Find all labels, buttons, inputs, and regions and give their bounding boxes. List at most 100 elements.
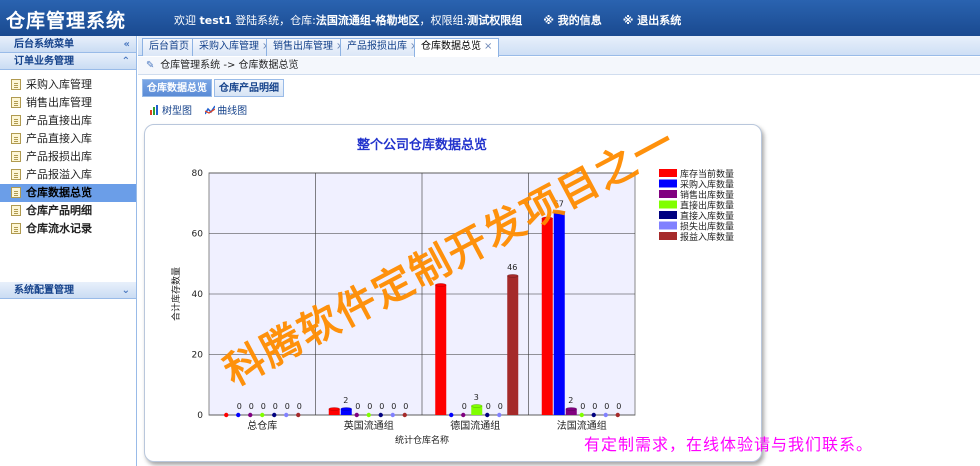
legend-swatch bbox=[659, 221, 677, 230]
data-label: 0 bbox=[391, 402, 396, 411]
bar-chart-button[interactable]: 树型图 bbox=[150, 102, 192, 117]
x-tick-label: 英国流通组 bbox=[344, 419, 394, 432]
tab-home[interactable]: 后台首页 bbox=[142, 38, 196, 56]
zero-marker bbox=[402, 412, 407, 418]
backend-menu-header: 后台系统菜单 « bbox=[0, 36, 136, 53]
chevron-down-icon[interactable]: ⌄ bbox=[122, 282, 130, 299]
sidebar-item-purchase-in[interactable]: 采购入库管理 bbox=[0, 76, 136, 94]
data-label: 46 bbox=[507, 263, 517, 272]
data-label: 0 bbox=[297, 402, 302, 411]
order-section-header[interactable]: 订单业务管理 ⌃ bbox=[0, 53, 136, 70]
zero-marker bbox=[366, 412, 371, 418]
data-label: 0 bbox=[379, 402, 384, 411]
data-label: 0 bbox=[403, 402, 408, 411]
zero-marker bbox=[591, 412, 596, 418]
subtab-data-overview[interactable]: 仓库数据总览 bbox=[142, 79, 212, 97]
document-icon bbox=[11, 79, 21, 90]
x-axis-label: 统计仓库名称 bbox=[395, 434, 449, 446]
data-label: 0 bbox=[261, 402, 266, 411]
y-tick-label: 60 bbox=[192, 230, 204, 240]
zero-marker bbox=[248, 412, 253, 418]
warehouse-name: 法国流通组-格勒地区 bbox=[315, 14, 420, 27]
sidebar-item-loss-out[interactable]: 产品报损出库 bbox=[0, 148, 136, 166]
document-icon bbox=[11, 151, 21, 162]
close-icon[interactable]: × bbox=[484, 41, 492, 52]
username: test1 bbox=[199, 14, 232, 27]
data-label: 0 bbox=[355, 402, 360, 411]
breadcrumb: ✎ 仓库管理系统 -> 仓库数据总览 bbox=[138, 57, 980, 75]
bar-top bbox=[507, 274, 519, 278]
sidebar-item-sales-out[interactable]: 销售出库管理 bbox=[0, 94, 136, 112]
my-info-link[interactable]: ※ 我的信息 bbox=[543, 14, 602, 27]
y-axis-label: 合计库存数量 bbox=[170, 267, 182, 321]
line-chart-label: 曲线图 bbox=[217, 106, 248, 117]
tab-loss-out[interactable]: 产品报损出库× bbox=[340, 38, 426, 56]
chart-container: 整个公司仓库数据总览 0 20 40 60 80 总仓库 英国流通组 德国流通组 法国流通组 0 2 6… bbox=[144, 124, 762, 462]
x-tick-label: 德国流通组 bbox=[450, 419, 500, 432]
document-icon bbox=[11, 115, 21, 126]
location-icon: ✎ bbox=[146, 60, 155, 71]
zero-marker bbox=[236, 412, 241, 418]
legend-label: 损失出库数量 bbox=[680, 221, 734, 233]
y-tick-label: 40 bbox=[192, 290, 204, 300]
config-section-header[interactable]: 系统配置管理 ⌄ bbox=[0, 282, 136, 299]
subtab-product-detail[interactable]: 仓库产品明细 bbox=[214, 79, 284, 97]
tab-bar: 后台首页 采购入库管理× 销售出库管理× 产品报损出库× 仓库数据总览× bbox=[138, 36, 980, 57]
document-icon bbox=[11, 169, 21, 180]
sidebar-item-surplus-in[interactable]: 产品报溢入库 bbox=[0, 166, 136, 184]
data-label: 0 bbox=[592, 402, 597, 411]
chart-toolbar: 树型图 曲线图 bbox=[150, 102, 257, 117]
zero-marker bbox=[390, 412, 395, 418]
bar-top bbox=[553, 210, 565, 215]
bar-top bbox=[328, 407, 340, 411]
sidebar-item-label: 仓库流水记录 bbox=[26, 222, 92, 235]
zero-marker bbox=[497, 412, 502, 418]
y-tick-label: 80 bbox=[192, 169, 204, 179]
bar-top bbox=[471, 404, 483, 408]
sidebar-item-label: 仓库数据总览 bbox=[26, 186, 92, 199]
x-tick-label: 总仓库 bbox=[247, 419, 277, 432]
legend-swatch bbox=[659, 200, 677, 209]
document-icon bbox=[11, 133, 21, 144]
bar-chart: 整个公司仓库数据总览020406080总仓库 英国流通组 德国流通组 法国流通组026… bbox=[170, 137, 734, 446]
sidebar-item-flow-records[interactable]: 仓库流水记录 bbox=[0, 220, 136, 238]
bar-top bbox=[541, 216, 553, 221]
zero-marker bbox=[378, 412, 383, 418]
data-label: 0 bbox=[249, 402, 254, 411]
bar bbox=[541, 218, 553, 415]
tab-purchase-in[interactable]: 采购入库管理× bbox=[192, 38, 278, 56]
logout-link[interactable]: ※ 退出系统 bbox=[623, 14, 682, 27]
sidebar-item-direct-out[interactable]: 产品直接出库 bbox=[0, 112, 136, 130]
bar bbox=[553, 212, 565, 415]
sidebar-item-product-detail[interactable]: 仓库产品明细 bbox=[0, 202, 136, 220]
zero-marker bbox=[579, 412, 584, 418]
data-label: 0 bbox=[486, 402, 491, 411]
zero-marker bbox=[272, 412, 277, 418]
legend-swatch bbox=[659, 232, 677, 240]
legend-label: 销售出库数量 bbox=[680, 189, 734, 201]
line-chart-button[interactable]: 曲线图 bbox=[205, 102, 247, 117]
y-tick-label: 0 bbox=[197, 411, 203, 421]
perm-label: ，权限组: bbox=[419, 14, 468, 27]
y-tick-label: 20 bbox=[192, 351, 204, 361]
legend-swatch bbox=[659, 179, 677, 188]
sidebar-item-direct-in[interactable]: 产品直接入库 bbox=[0, 130, 136, 148]
legend-label: 库存当前数量 bbox=[680, 168, 734, 180]
sidebar-item-data-overview[interactable]: 仓库数据总览 bbox=[0, 184, 136, 202]
config-section-title: 系统配置管理 bbox=[14, 285, 74, 296]
sidebar-item-label: 仓库产品明细 bbox=[26, 204, 92, 217]
order-nav-list: 采购入库管理 销售出库管理 产品直接出库 产品直接入库 产品报损出库 产品报溢入… bbox=[0, 70, 136, 256]
tab-data-overview[interactable]: 仓库数据总览 × bbox=[414, 38, 500, 57]
data-label: 0 bbox=[273, 402, 278, 411]
legend-label: 直接入库数量 bbox=[680, 210, 734, 222]
data-label: 3 bbox=[474, 393, 479, 402]
data-label: 0 bbox=[616, 402, 621, 411]
sidebar: 后台系统菜单 « 订单业务管理 ⌃ 采购入库管理 销售出库管理 产品直接出库 产… bbox=[0, 36, 137, 466]
chevron-up-icon[interactable]: ⌃ bbox=[122, 53, 130, 70]
tab-sales-out[interactable]: 销售出库管理× bbox=[266, 38, 352, 56]
collapse-sidebar-icon[interactable]: « bbox=[124, 36, 130, 53]
legend-swatch bbox=[659, 211, 677, 219]
data-label: 0 bbox=[604, 402, 609, 411]
legend-swatch bbox=[659, 169, 677, 177]
data-label: 67 bbox=[554, 199, 564, 208]
